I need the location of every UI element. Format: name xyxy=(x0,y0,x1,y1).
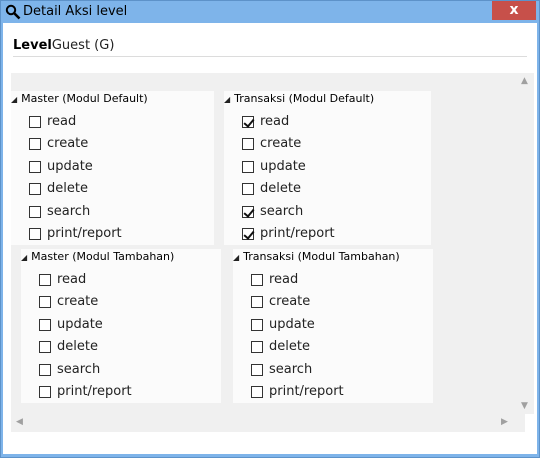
permission-label: print/report xyxy=(269,384,344,399)
permission-checkbox[interactable] xyxy=(39,318,51,331)
permission-checkbox[interactable] xyxy=(242,138,254,151)
permission-label: update xyxy=(57,316,103,332)
permission-label: search xyxy=(260,203,304,219)
collapse-triangle-icon[interactable]: ◢ xyxy=(11,92,17,108)
permission-label: read xyxy=(47,114,77,129)
permission-label: delete xyxy=(47,181,88,197)
group-header[interactable]: ◢ Transaksi (Modul Tambahan) xyxy=(233,249,400,265)
permission-group: ◢ Transaksi (Modul Tambahan) read create upd… xyxy=(233,249,433,403)
permission-checkbox[interactable] xyxy=(251,363,263,376)
permission-label: read xyxy=(269,272,299,287)
permission-checkbox[interactable] xyxy=(39,274,51,286)
permission-label: create xyxy=(269,294,311,310)
permission-label: delete xyxy=(269,339,310,355)
detail-aksi-level-window: Detail Aksi level x LevelGuest (G) ◢ Mast… xyxy=(0,0,540,458)
permission-checkbox[interactable] xyxy=(242,228,254,240)
scroll-up-icon[interactable]: ▲ xyxy=(521,76,528,86)
permission-label: delete xyxy=(260,181,301,197)
permission-group: ◢ Master (Modul Tambahan) read create update… xyxy=(21,249,221,403)
close-button[interactable]: x xyxy=(492,1,536,20)
collapse-triangle-icon[interactable]: ◢ xyxy=(233,250,239,266)
group-header[interactable]: ◢ Master (Modul Default) xyxy=(11,91,148,107)
permission-checkbox[interactable] xyxy=(29,205,41,218)
collapse-triangle-icon[interactable]: ◢ xyxy=(224,92,230,108)
level-label: Level xyxy=(13,38,52,53)
level-value: Guest (G) xyxy=(51,38,115,53)
permission-group: ◢ Transaksi (Modul Default) read create upda… xyxy=(224,91,431,245)
permission-label: update xyxy=(269,316,315,332)
group-title: Transaksi (Modul Default) xyxy=(234,92,375,105)
permission-checkbox[interactable] xyxy=(242,116,254,128)
scroll-right-icon[interactable]: ▶ xyxy=(501,417,508,427)
permission-checkbox[interactable] xyxy=(251,386,263,398)
permission-label: print/report xyxy=(57,384,132,399)
permission-label: read xyxy=(57,272,87,287)
group-header[interactable]: ◢ Master (Modul Tambahan) xyxy=(21,249,174,265)
permission-label: read xyxy=(260,114,290,129)
permission-label: search xyxy=(269,361,313,377)
horizontal-scrollbar[interactable]: ◀ ▶ xyxy=(11,414,517,431)
permission-label: create xyxy=(260,136,302,152)
group-header[interactable]: ◢ Transaksi (Modul Default) xyxy=(224,91,374,107)
permission-checkbox[interactable] xyxy=(251,296,263,309)
permission-label: delete xyxy=(57,339,98,355)
window-title: Detail Aksi level xyxy=(23,4,128,19)
permission-checkbox[interactable] xyxy=(242,183,254,196)
permission-label: create xyxy=(47,136,89,152)
permission-checkbox[interactable] xyxy=(29,138,41,151)
permission-checkbox[interactable] xyxy=(251,318,263,331)
permission-checkbox[interactable] xyxy=(29,228,41,240)
group-title: Master (Modul Tambahan) xyxy=(31,250,175,263)
permission-checkbox[interactable] xyxy=(29,160,41,173)
search-icon xyxy=(5,4,21,20)
permission-label: create xyxy=(57,294,99,310)
permission-label: print/report xyxy=(260,226,335,241)
permission-checkbox[interactable] xyxy=(251,341,263,354)
permission-checkbox[interactable] xyxy=(39,386,51,398)
permissions-scroll-area[interactable]: ◢ Master (Modul Default) read create update d… xyxy=(11,73,534,432)
scroll-down-icon[interactable]: ▼ xyxy=(521,401,528,411)
scroll-left-icon[interactable]: ◀ xyxy=(16,417,23,427)
permission-checkbox[interactable] xyxy=(242,205,254,218)
dialog-content: LevelGuest (G) ◢ Master (Modul Default) re… xyxy=(3,23,537,454)
title-bar[interactable]: Detail Aksi level x xyxy=(1,1,539,23)
group-title: Transaksi (Modul Tambahan) xyxy=(243,250,400,263)
permission-label: print/report xyxy=(47,226,122,241)
permission-checkbox[interactable] xyxy=(39,341,51,354)
collapse-triangle-icon[interactable]: ◢ xyxy=(21,250,27,266)
divider xyxy=(13,56,527,57)
permission-checkbox[interactable] xyxy=(29,183,41,196)
permission-checkbox[interactable] xyxy=(29,116,41,128)
permission-checkbox[interactable] xyxy=(251,274,263,286)
permission-label: search xyxy=(57,361,101,377)
permission-group: ◢ Master (Modul Default) read create update d… xyxy=(11,91,214,245)
permission-label: search xyxy=(47,203,91,219)
permission-checkbox[interactable] xyxy=(39,296,51,309)
level-row: LevelGuest (G) xyxy=(13,38,114,54)
permission-label: update xyxy=(47,158,93,174)
permission-checkbox[interactable] xyxy=(39,363,51,376)
vertical-scrollbar[interactable]: ▲ ▼ xyxy=(517,73,534,414)
permission-checkbox[interactable] xyxy=(242,160,254,173)
group-title: Master (Modul Default) xyxy=(21,92,148,105)
permission-label: update xyxy=(260,158,306,174)
